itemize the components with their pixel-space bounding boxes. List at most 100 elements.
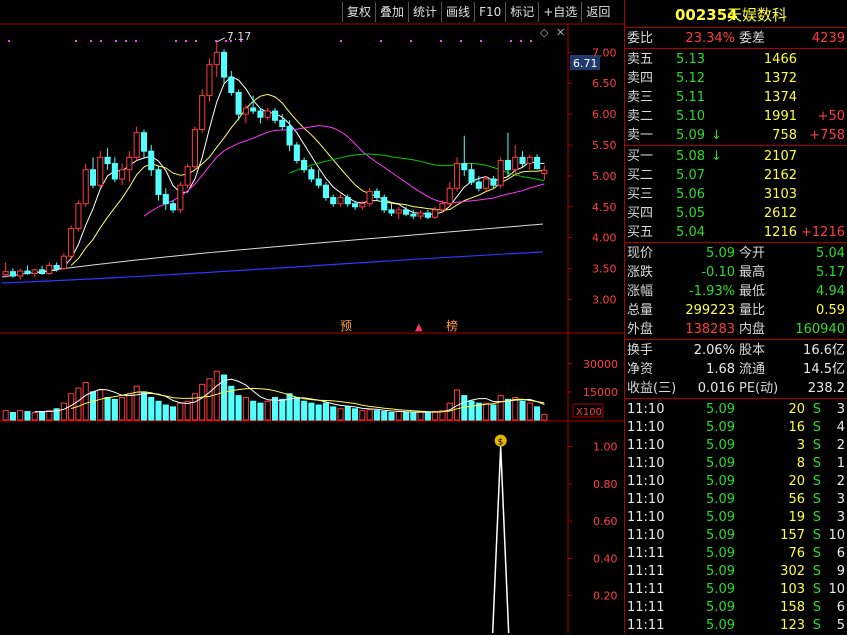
volume-bar [46,410,53,421]
candle-down [373,190,380,199]
ask-volume: 1466 [763,52,797,67]
volume-bar [534,406,541,421]
tick-time: 11:10 [627,492,665,507]
top-dot-marker [195,40,197,42]
volume-bar [170,406,177,421]
stat-value: 0.016 [697,381,735,396]
candle-up [119,169,126,180]
overlay-button[interactable]: 叠加 [375,2,408,22]
bid-row[interactable]: 买三 5.06 3103 [625,185,847,204]
bid-volume: 2162 [763,168,797,183]
bid-row[interactable]: 买四 5.05 2612 [625,204,847,223]
tick-volume: 158 [780,600,805,615]
bid-row[interactable]: 买五 5.04 1216 +1216 [625,223,847,242]
volume-unit-label: X100 [576,407,602,418]
candle-down [53,264,60,270]
candle-up [206,64,213,97]
stock-name: 天娱数科 [727,6,788,24]
back-button[interactable]: 返回 [581,2,614,22]
tick-volume: 56 [788,492,805,507]
volume-bar [417,411,424,421]
candle-down [308,169,315,180]
ask-volume: 1374 [763,90,797,105]
kline-chart-area[interactable]: ◇ ✕ 7.17预 ▲ 榜 $ 7.006.506.005.505.004.504.0… [0,0,624,633]
f10-button[interactable]: F10 [474,2,505,22]
candle-down [475,181,482,189]
volume-bar [388,412,395,421]
volume-bar [257,402,264,421]
stats-button[interactable]: 统计 [408,2,441,22]
candle-up [453,163,461,189]
candle-up [242,107,249,115]
indicator-tick-label: 0.40 [593,552,618,565]
volume-bar [111,398,118,421]
volume-bar [359,410,366,421]
volume-bar [301,400,308,421]
indicator-tick-label: 1.00 [593,441,618,454]
tick-time: 11:10 [627,438,665,453]
volume-bar [424,412,431,421]
volume-bar [432,411,439,421]
price-tick-label: 3.50 [592,263,617,276]
volume-bar [250,400,257,421]
price-tick-label: 6.00 [592,108,617,121]
tick-time: 11:10 [627,420,665,435]
volume-bar [126,393,133,421]
chart-toolbar: 复权 叠加 统计 画线 F10 标记 +自选 返回 [342,2,614,22]
tick-volume: 103 [780,582,805,597]
candle-down [301,159,308,171]
volume-bar [337,408,344,421]
weibi-value: 23.34% [685,31,735,46]
candle-down [271,110,279,121]
ask-row[interactable]: 卖二 5.10 1991 +50 [625,107,847,126]
price-tick-label: 3.00 [592,293,617,306]
tick-volume: 3 [796,438,805,453]
ask-row[interactable]: 卖五 5.13 1466 [625,50,847,69]
volume-bar [264,400,271,421]
tick-side: S [812,474,821,489]
draw-line-button[interactable]: 画线 [441,2,474,22]
candle-up [439,203,446,211]
ask-row[interactable]: 卖一 5.09 ↓ 758 +758 [625,126,847,145]
volume-bar [162,404,169,421]
price-tick-label: 4.50 [592,201,617,214]
tick-time: 11:10 [627,402,665,417]
mark-button[interactable]: 标记 [505,2,538,22]
candle-down [286,125,293,146]
candle-down [89,169,97,186]
tick-count: 1 [836,456,845,471]
fuquan-button[interactable]: 复权 [342,2,375,22]
tick-row: 11:11 5.09 302 S 9 [625,562,847,581]
event-marker-arrow: ▲ [415,322,423,333]
candle-down [140,132,148,152]
candle-up [46,264,53,275]
ask-row[interactable]: 卖三 5.11 1374 [625,88,847,107]
top-dot-marker [125,40,127,42]
candle-up [199,95,206,131]
stat-label: 收益(三) [627,381,677,396]
volume-bar [104,397,111,421]
bid-row[interactable]: 买二 5.07 2162 [625,166,847,185]
ma120-line [1,251,544,284]
bid-level-label: 买三 [627,187,654,202]
tick-row: 11:11 5.09 103 S 10 [625,580,847,599]
stat-value: 16.6亿 [803,343,845,358]
close-icon: ✕ [556,26,565,39]
stat-label: PE(动) [739,381,779,396]
tick-count: 9 [836,564,845,579]
top-dot-marker [460,40,462,42]
indicator-tick-label: 0.60 [593,515,618,528]
tick-row: 11:10 5.09 3 S 2 [625,436,847,455]
bid-row[interactable]: 买一 5.08 ↓ 2107 [625,147,847,166]
volume-tick-label: 15000 [583,386,618,399]
ask-change: +50 [817,109,845,124]
top-dot-marker [100,40,102,42]
ask-level-label: 卖五 [627,52,654,67]
event-marker-rank: 榜 [446,318,458,333]
add-watchlist-button[interactable]: +自选 [538,2,581,22]
stat-label: 现价 [627,246,654,261]
ask-volume: 1372 [763,71,797,86]
indicator-spike-line [491,446,510,633]
tick-row: 11:10 5.09 19 S 3 [625,508,847,527]
ask-row[interactable]: 卖四 5.12 1372 [625,69,847,88]
